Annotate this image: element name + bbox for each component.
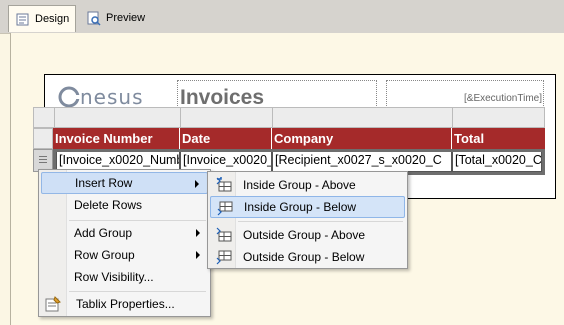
menu-item-label: Outside Group - Above bbox=[243, 228, 366, 242]
corner-handle[interactable] bbox=[34, 108, 55, 127]
menu-item-label: Delete Rows bbox=[74, 198, 143, 212]
column-handle-row[interactable] bbox=[33, 107, 545, 128]
menu-item-outside-group-below[interactable]: Outside Group - Below bbox=[210, 246, 405, 268]
menu-item-row-group[interactable]: Row Group bbox=[41, 244, 208, 266]
menu-item-label: Add Group bbox=[74, 226, 133, 240]
menu-item-add-group[interactable]: Add Group bbox=[41, 222, 208, 244]
cell-company[interactable]: [Recipient_x0027_s_x0020_C bbox=[272, 149, 452, 172]
menu-item-inside-group-below[interactable]: Inside Group - Below bbox=[210, 196, 405, 218]
header-invoice-number[interactable]: Invoice Number bbox=[53, 128, 180, 149]
insert-below-icon bbox=[217, 200, 233, 216]
menu-item-delete-rows[interactable]: Delete Rows bbox=[41, 194, 208, 216]
submenu-arrow-icon bbox=[195, 180, 199, 188]
insert-row-submenu: Inside Group - Above Inside Group - Belo… bbox=[207, 171, 408, 269]
insert-above-icon bbox=[216, 227, 232, 243]
menu-item-label: Tablix Properties... bbox=[76, 297, 175, 311]
menu-separator bbox=[238, 221, 403, 222]
properties-icon bbox=[45, 296, 61, 312]
menu-separator bbox=[69, 220, 206, 221]
tablix[interactable]: Invoice Number Date Company Total [Invoi… bbox=[33, 107, 545, 175]
header-row: Invoice Number Date Company Total bbox=[33, 128, 545, 149]
cell-total[interactable]: [Total_x0020_C bbox=[452, 149, 542, 172]
menu-separator bbox=[69, 291, 206, 292]
column-handle[interactable] bbox=[273, 108, 453, 127]
column-handle[interactable] bbox=[453, 108, 545, 127]
tab-preview[interactable]: Preview bbox=[80, 6, 151, 30]
menu-item-inside-group-above[interactable]: Inside Group - Above bbox=[210, 174, 405, 196]
preview-icon bbox=[86, 11, 101, 26]
menu-item-label: Insert Row bbox=[75, 176, 133, 190]
tab-design-label: Design bbox=[35, 13, 70, 25]
menu-item-row-visibility[interactable]: Row Visibility... bbox=[41, 266, 208, 288]
menu-item-label: Row Group bbox=[74, 248, 135, 262]
header-company[interactable]: Company bbox=[272, 128, 452, 149]
row-handle[interactable] bbox=[33, 128, 53, 149]
grip-icon bbox=[39, 156, 47, 165]
menu-item-insert-row[interactable]: Insert Row bbox=[41, 172, 208, 194]
column-handle[interactable] bbox=[181, 108, 273, 127]
header-total[interactable]: Total bbox=[452, 128, 545, 149]
menu-item-label: Outside Group - Below bbox=[243, 250, 365, 264]
menu-item-outside-group-above[interactable]: Outside Group - Above bbox=[210, 224, 405, 246]
submenu-arrow-icon bbox=[196, 229, 200, 237]
logo-text: nesus bbox=[80, 85, 144, 109]
header-date[interactable]: Date bbox=[180, 128, 272, 149]
menu-item-label: Inside Group - Above bbox=[243, 178, 356, 192]
tab-preview-label: Preview bbox=[106, 12, 146, 24]
insert-above-icon bbox=[216, 177, 232, 193]
menu-item-tablix-properties[interactable]: Tablix Properties... bbox=[41, 293, 208, 315]
execution-time-expression: [&ExecutionTime] bbox=[464, 93, 542, 104]
design-icon bbox=[15, 12, 30, 27]
column-handle[interactable] bbox=[55, 108, 181, 127]
submenu-arrow-icon bbox=[196, 251, 200, 259]
menu-item-label: Row Visibility... bbox=[74, 270, 154, 284]
tab-design[interactable]: Design bbox=[8, 5, 76, 32]
logo-icon bbox=[58, 86, 80, 108]
context-menu: Insert Row Delete Rows Add Group Row Gro… bbox=[38, 169, 211, 317]
tab-bar: Design Preview bbox=[0, 0, 564, 34]
menu-item-label: Inside Group - Below bbox=[244, 200, 357, 214]
insert-below-icon bbox=[216, 249, 232, 265]
